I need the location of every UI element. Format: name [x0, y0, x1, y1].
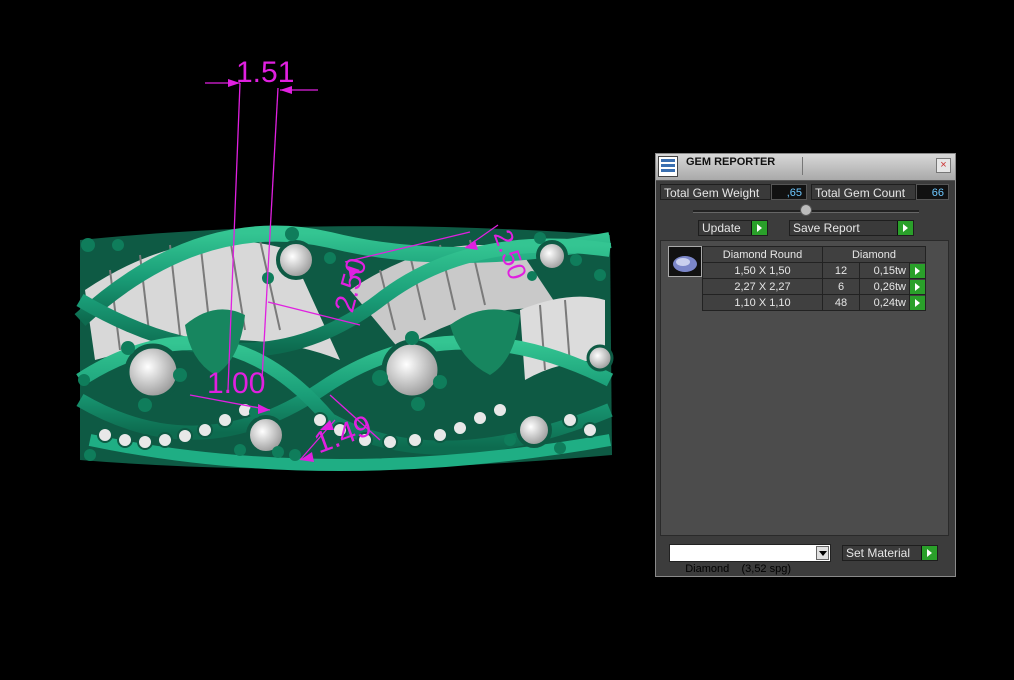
gem-weight: 0,26tw	[859, 278, 910, 295]
gem-thumbnail-icon	[668, 246, 702, 277]
total-gem-count-label: Total Gem Count	[811, 184, 916, 200]
dimension-label-1: 1.51	[236, 56, 294, 89]
table-row[interactable]: 1,50 X 1,50 12 0,15tw	[702, 262, 926, 279]
gem-reporter-panel: GEM REPORTER × Total Gem Weight ,65 Tota…	[655, 153, 956, 577]
gem-size: 1,50 X 1,50	[702, 262, 823, 279]
ring-model: 1.51 2.50 2.50 1.00 1.49	[74, 56, 614, 471]
table-header-row: Diamond Round Diamond	[702, 246, 926, 263]
play-arrow-icon	[921, 546, 937, 560]
column-header-material: Diamond	[822, 246, 926, 263]
panel-titlebar[interactable]: GEM REPORTER ×	[656, 154, 955, 181]
total-gem-weight-label: Total Gem Weight	[660, 184, 771, 200]
gem-size: 2,27 X 2,27	[702, 278, 823, 295]
gem-weight: 0,24tw	[859, 294, 910, 311]
gem-count: 48	[822, 294, 860, 311]
play-arrow-icon	[910, 279, 925, 294]
gem-table: Diamond Round Diamond 1,50 X 1,50 12 0,1…	[702, 246, 926, 311]
play-arrow-icon	[897, 221, 913, 235]
slider-thumb[interactable]	[800, 204, 812, 216]
play-arrow-icon	[910, 263, 925, 278]
total-gem-count-value: 66	[916, 184, 949, 200]
3d-viewport[interactable]: 1.51 2.50 2.50 1.00 1.49	[0, 0, 650, 675]
gem-count: 12	[822, 262, 860, 279]
gem-size: 1,10 X 1,10	[702, 294, 823, 311]
set-material-button[interactable]: Set Material	[842, 545, 938, 561]
close-icon[interactable]: ×	[936, 158, 951, 173]
gem-list: Diamond Round Diamond 1,50 X 1,50 12 0,1…	[660, 240, 949, 536]
play-arrow-icon	[910, 295, 925, 310]
title-separator	[802, 157, 803, 175]
update-button[interactable]: Update	[698, 220, 768, 236]
gem-count: 6	[822, 278, 860, 295]
row-select-button[interactable]	[909, 278, 926, 295]
gem-weight: 0,15tw	[859, 262, 910, 279]
play-arrow-icon	[751, 221, 767, 235]
save-report-button-label: Save Report	[793, 221, 860, 235]
panel-title: GEM REPORTER	[686, 156, 776, 168]
row-select-button[interactable]	[909, 262, 926, 279]
dimension-label-4: 1.00	[207, 367, 265, 400]
total-gem-weight-value: ,65	[771, 184, 807, 200]
gem-reporter-app-icon	[658, 156, 678, 177]
material-select-value: Diamond (3,52 spg)	[685, 563, 792, 575]
table-row[interactable]: 1,10 X 1,10 48 0,24tw	[702, 294, 926, 311]
row-select-button[interactable]	[909, 294, 926, 311]
table-row[interactable]: 2,27 X 2,27 6 0,26tw	[702, 278, 926, 295]
material-select[interactable]: Diamond (3,52 spg)	[669, 544, 831, 575]
save-report-button[interactable]: Save Report	[789, 220, 914, 236]
column-header-shape: Diamond Round	[702, 246, 823, 263]
update-button-label: Update	[702, 221, 741, 235]
set-material-button-label: Set Material	[846, 546, 911, 560]
chevron-down-icon[interactable]	[816, 546, 829, 560]
